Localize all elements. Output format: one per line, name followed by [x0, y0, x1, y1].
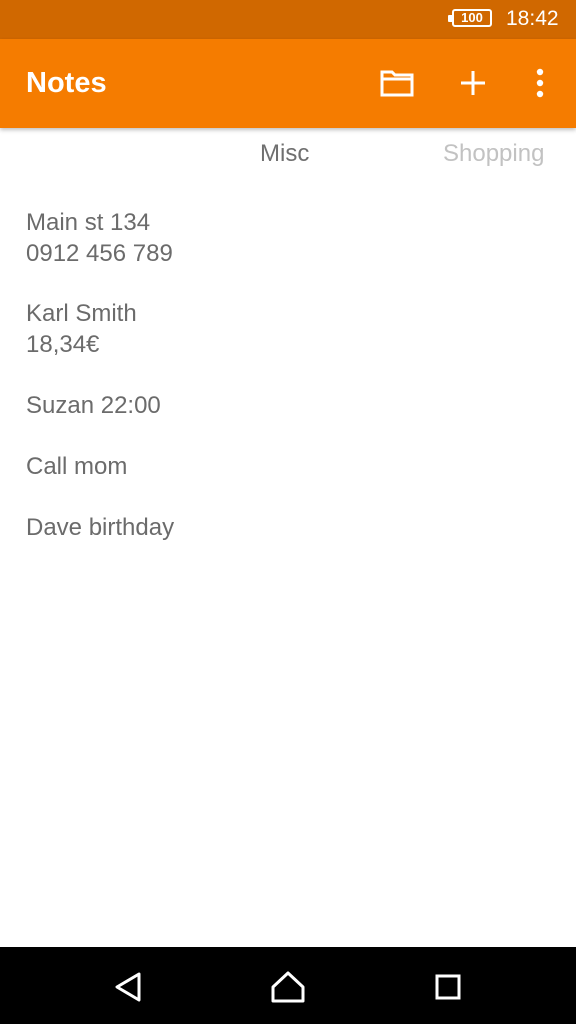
note-line: Call mom — [26, 453, 128, 480]
navigation-bar — [0, 947, 576, 1024]
folder-icon — [380, 70, 414, 97]
more-vert-icon — [536, 68, 544, 98]
note-item[interactable]: Main st 134 0912 456 789 — [26, 207, 546, 269]
tab-misc[interactable]: Misc — [260, 140, 309, 168]
recents-icon — [435, 974, 461, 1000]
recents-button[interactable] — [426, 965, 470, 1009]
note-line: Main st 134 — [26, 209, 151, 236]
category-tabs: Misc Shopping — [0, 128, 576, 184]
note-item[interactable]: Dave birthday — [26, 512, 546, 543]
folder-button[interactable] — [375, 61, 419, 105]
add-note-button[interactable] — [451, 61, 495, 105]
home-icon — [271, 971, 305, 1003]
note-line: Suzan 22:00 — [26, 392, 161, 419]
app-bar: Notes — [0, 39, 576, 128]
note-item[interactable]: Suzan 22:00 — [26, 390, 546, 421]
note-item[interactable]: Call mom — [26, 451, 546, 482]
more-options-button[interactable] — [518, 61, 562, 105]
back-icon — [115, 972, 141, 1002]
screen: 100 18:42 Notes Misc Shopping Main st 13… — [0, 0, 576, 1024]
note-line: Dave birthday — [26, 514, 175, 541]
battery-level: 100 — [461, 10, 483, 25]
home-button[interactable] — [266, 965, 310, 1009]
back-button[interactable] — [106, 965, 150, 1009]
app-title: Notes — [26, 67, 107, 99]
status-bar: 100 18:42 — [0, 0, 576, 39]
note-line: 18,34€ — [26, 331, 100, 358]
note-line: Karl Smith — [26, 300, 137, 327]
status-time: 18:42 — [506, 7, 559, 30]
battery-icon: 100 — [448, 9, 492, 27]
tab-shopping[interactable]: Shopping — [443, 140, 544, 168]
note-line: 0912 456 789 — [26, 240, 173, 267]
note-item[interactable]: Karl Smith 18,34€ — [26, 298, 546, 360]
add-icon — [461, 71, 485, 95]
